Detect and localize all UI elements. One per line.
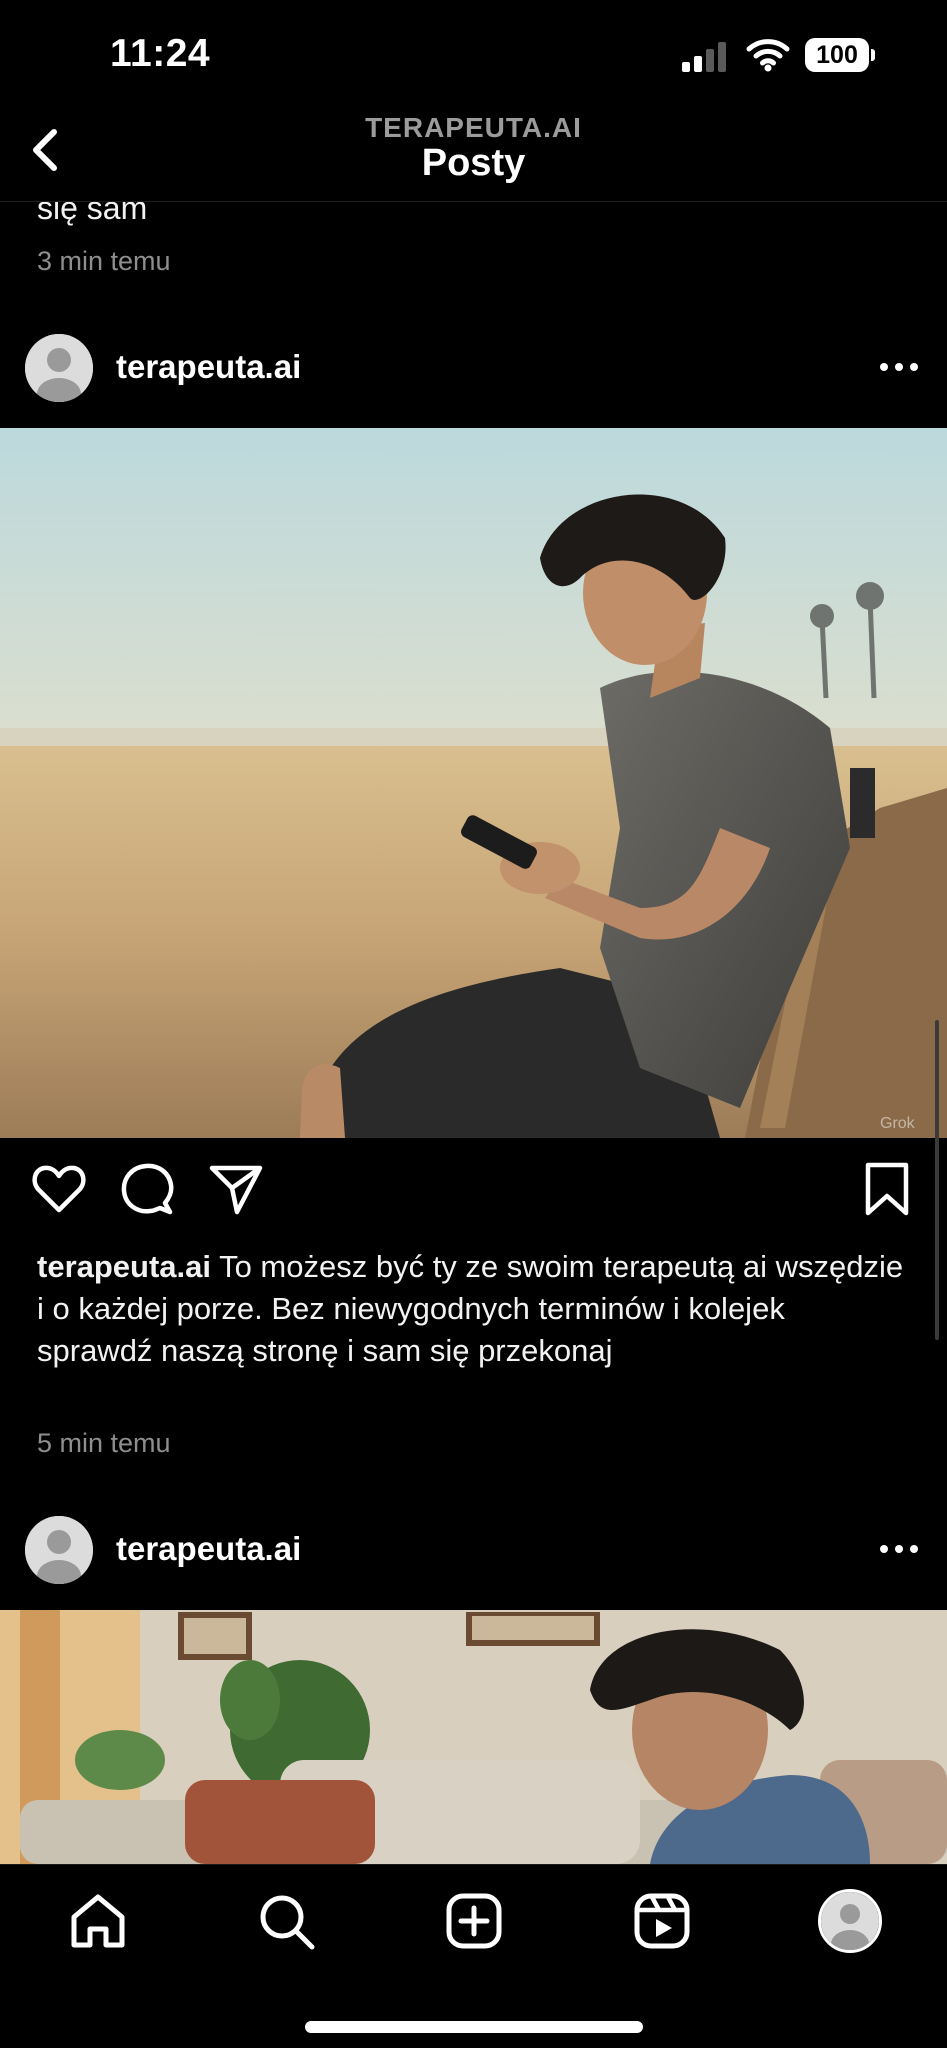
post-image[interactable] — [0, 1610, 947, 1864]
bookmark-icon[interactable] — [858, 1160, 916, 1218]
profile-icon — [821, 1892, 879, 1950]
heart-icon[interactable] — [30, 1160, 88, 1218]
signal-icon — [682, 42, 726, 72]
share-icon[interactable] — [207, 1160, 265, 1218]
avatar[interactable] — [25, 334, 93, 402]
default-avatar-icon — [25, 334, 93, 402]
home-icon[interactable] — [66, 1889, 130, 1953]
previous-post-time: 3 min temu — [37, 246, 171, 276]
default-avatar-icon — [25, 1516, 93, 1584]
post-image[interactable]: Grok — [0, 428, 947, 1138]
beach-photo: Grok — [0, 428, 947, 1138]
more-options-icon[interactable] — [877, 1534, 921, 1564]
post-header: terapeuta.ai — [0, 322, 947, 412]
post-header: terapeuta.ai — [0, 1504, 947, 1594]
comment-icon[interactable] — [118, 1160, 176, 1218]
living-room-photo — [0, 1610, 947, 1864]
bottom-navigation — [0, 1864, 947, 2048]
create-icon[interactable] — [442, 1889, 506, 1953]
avatar[interactable] — [25, 1516, 93, 1584]
more-options-icon[interactable] — [877, 352, 921, 382]
page-header: TERAPEUTA.AI Posty — [0, 112, 947, 202]
profile-avatar[interactable] — [818, 1889, 882, 1953]
battery-level: 100 — [805, 38, 869, 72]
search-icon[interactable] — [254, 1889, 318, 1953]
battery-icon: 100 — [805, 38, 875, 72]
svg-text:Grok: Grok — [880, 1115, 916, 1132]
home-indicator — [305, 2021, 643, 2033]
reels-icon[interactable] — [630, 1889, 694, 1953]
status-time: 11:24 — [110, 32, 211, 75]
page-title: Posty — [421, 142, 526, 184]
post-actions — [0, 1160, 947, 1220]
caption-username[interactable]: terapeuta.ai — [37, 1249, 211, 1284]
post-timestamp: 5 min temu — [37, 1428, 171, 1458]
header-subtitle: TERAPEUTA.AI — [365, 112, 582, 143]
post-username[interactable]: terapeuta.ai — [116, 1530, 301, 1568]
post-username[interactable]: terapeuta.ai — [116, 348, 301, 386]
scrollbar[interactable] — [935, 1020, 939, 1340]
post-caption: terapeuta.ai To możesz być ty ze swoim t… — [37, 1246, 907, 1372]
wifi-icon — [746, 39, 790, 72]
status-bar: 11:24 100 — [0, 0, 947, 112]
